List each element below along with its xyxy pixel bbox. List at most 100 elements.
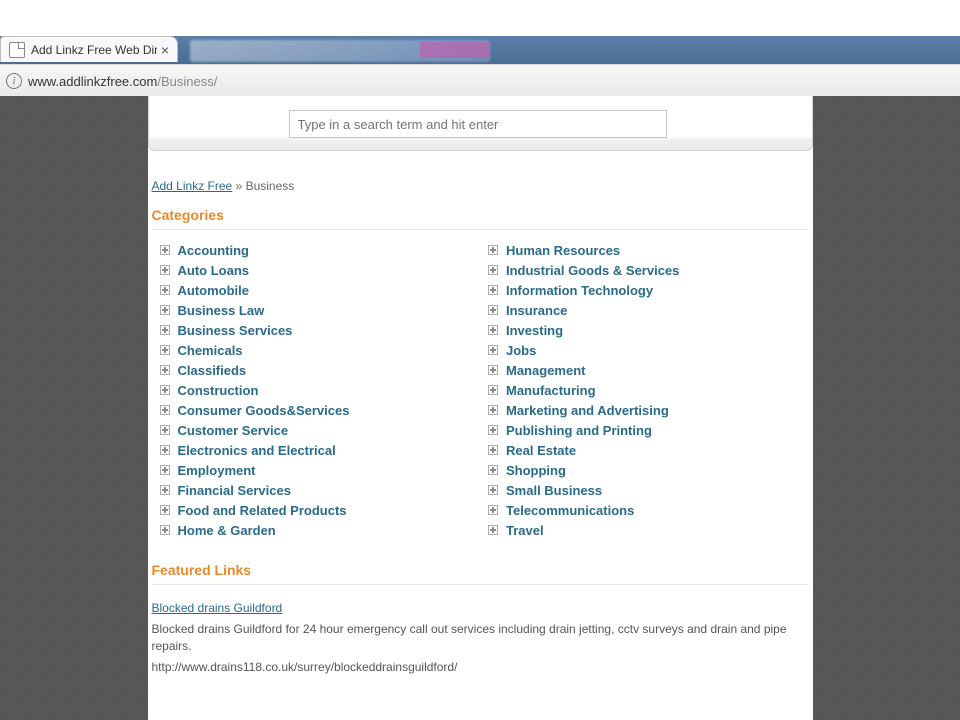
- category-link[interactable]: Chemicals: [178, 343, 243, 358]
- category-link[interactable]: Business Services: [178, 323, 293, 338]
- url-host: www.addlinkzfree.com: [28, 74, 157, 89]
- category-item: Accounting: [152, 240, 481, 260]
- expand-icon[interactable]: [488, 385, 498, 395]
- expand-icon[interactable]: [488, 405, 498, 415]
- category-link[interactable]: Automobile: [178, 283, 250, 298]
- search-input[interactable]: [289, 110, 667, 138]
- category-link[interactable]: Management: [506, 363, 585, 378]
- expand-icon[interactable]: [160, 405, 170, 415]
- expand-icon[interactable]: [488, 345, 498, 355]
- category-link[interactable]: Jobs: [506, 343, 536, 358]
- expand-icon[interactable]: [160, 305, 170, 315]
- address-bar: i www.addlinkzfree.com/Business/: [0, 64, 960, 98]
- category-link[interactable]: Real Estate: [506, 443, 576, 458]
- file-icon: [9, 42, 25, 58]
- category-link[interactable]: Construction: [178, 383, 259, 398]
- category-item: Jobs: [480, 340, 809, 360]
- category-item: Insurance: [480, 300, 809, 320]
- featured-url: http://www.drains118.co.uk/surrey/blocke…: [152, 659, 809, 676]
- expand-icon[interactable]: [160, 445, 170, 455]
- expand-icon[interactable]: [488, 365, 498, 375]
- expand-icon[interactable]: [160, 325, 170, 335]
- expand-icon[interactable]: [488, 285, 498, 295]
- category-link[interactable]: Industrial Goods & Services: [506, 263, 679, 278]
- close-icon[interactable]: ×: [161, 42, 169, 58]
- category-link[interactable]: Telecommunications: [506, 503, 634, 518]
- category-link[interactable]: Shopping: [506, 463, 566, 478]
- category-item: Marketing and Advertising: [480, 400, 809, 420]
- category-column-right: Human Resources Industrial Goods & Servic…: [480, 240, 809, 540]
- category-item: Auto Loans: [152, 260, 481, 280]
- expand-icon[interactable]: [488, 485, 498, 495]
- category-item: Consumer Goods&Services: [152, 400, 481, 420]
- expand-icon[interactable]: [160, 485, 170, 495]
- expand-icon[interactable]: [488, 245, 498, 255]
- category-item: Publishing and Printing: [480, 420, 809, 440]
- category-link[interactable]: Customer Service: [178, 423, 289, 438]
- category-link[interactable]: Financial Services: [178, 483, 291, 498]
- categories-heading: Categories: [152, 207, 809, 230]
- category-item: Investing: [480, 320, 809, 340]
- category-link[interactable]: Accounting: [178, 243, 250, 258]
- category-item: Food and Related Products: [152, 500, 481, 520]
- category-item: Employment: [152, 460, 481, 480]
- expand-icon[interactable]: [488, 525, 498, 535]
- category-item: Financial Services: [152, 480, 481, 500]
- category-link[interactable]: Insurance: [506, 303, 567, 318]
- category-item: Construction: [152, 380, 481, 400]
- expand-icon[interactable]: [160, 465, 170, 475]
- background-window-blur-accent: [420, 42, 490, 58]
- category-item: Chemicals: [152, 340, 481, 360]
- tab-title: Add Linkz Free Web Dire: [31, 43, 157, 57]
- breadcrumb-root-link[interactable]: Add Linkz Free: [152, 179, 233, 193]
- category-link[interactable]: Travel: [506, 523, 544, 538]
- expand-icon[interactable]: [488, 265, 498, 275]
- expand-icon[interactable]: [488, 465, 498, 475]
- expand-icon[interactable]: [160, 285, 170, 295]
- expand-icon[interactable]: [160, 385, 170, 395]
- expand-icon[interactable]: [160, 425, 170, 435]
- category-link[interactable]: Employment: [178, 463, 256, 478]
- expand-icon[interactable]: [488, 305, 498, 315]
- category-item: Travel: [480, 520, 809, 540]
- expand-icon[interactable]: [488, 445, 498, 455]
- expand-icon[interactable]: [160, 265, 170, 275]
- category-link[interactable]: Home & Garden: [178, 523, 276, 538]
- omnibox[interactable]: i www.addlinkzfree.com/Business/: [6, 73, 217, 89]
- category-link[interactable]: Investing: [506, 323, 563, 338]
- site-info-icon[interactable]: i: [6, 73, 22, 89]
- category-link[interactable]: Publishing and Printing: [506, 423, 652, 438]
- category-item: Information Technology: [480, 280, 809, 300]
- category-link[interactable]: Human Resources: [506, 243, 620, 258]
- browser-tab-active[interactable]: Add Linkz Free Web Dire ×: [0, 36, 178, 62]
- expand-icon[interactable]: [160, 525, 170, 535]
- category-item: Small Business: [480, 480, 809, 500]
- category-item: Customer Service: [152, 420, 481, 440]
- category-link[interactable]: Classifieds: [178, 363, 247, 378]
- category-link[interactable]: Auto Loans: [178, 263, 250, 278]
- category-link[interactable]: Business Law: [178, 303, 265, 318]
- viewport: Add Linkz Free » Business Categories Acc…: [0, 96, 960, 720]
- expand-icon[interactable]: [488, 505, 498, 515]
- expand-icon[interactable]: [160, 245, 170, 255]
- category-item: Business Law: [152, 300, 481, 320]
- expand-icon[interactable]: [160, 345, 170, 355]
- category-link[interactable]: Information Technology: [506, 283, 653, 298]
- featured-listing: Blocked drains Guildford Blocked drains …: [152, 599, 809, 675]
- category-link[interactable]: Electronics and Electrical: [178, 443, 336, 458]
- featured-link[interactable]: Blocked drains Guildford: [152, 601, 283, 615]
- category-link[interactable]: Consumer Goods&Services: [178, 403, 350, 418]
- category-link[interactable]: Food and Related Products: [178, 503, 347, 518]
- expand-icon[interactable]: [488, 325, 498, 335]
- breadcrumb: Add Linkz Free » Business: [152, 179, 809, 193]
- category-link[interactable]: Manufacturing: [506, 383, 596, 398]
- category-link[interactable]: Marketing and Advertising: [506, 403, 669, 418]
- expand-icon[interactable]: [488, 425, 498, 435]
- category-columns: Accounting Auto Loans Automobile Business L…: [152, 240, 809, 540]
- category-link[interactable]: Small Business: [506, 483, 602, 498]
- category-item: Automobile: [152, 280, 481, 300]
- expand-icon[interactable]: [160, 505, 170, 515]
- expand-icon[interactable]: [160, 365, 170, 375]
- featured-description: Blocked drains Guildford for 24 hour eme…: [152, 621, 809, 655]
- url-path: /Business/: [157, 74, 217, 89]
